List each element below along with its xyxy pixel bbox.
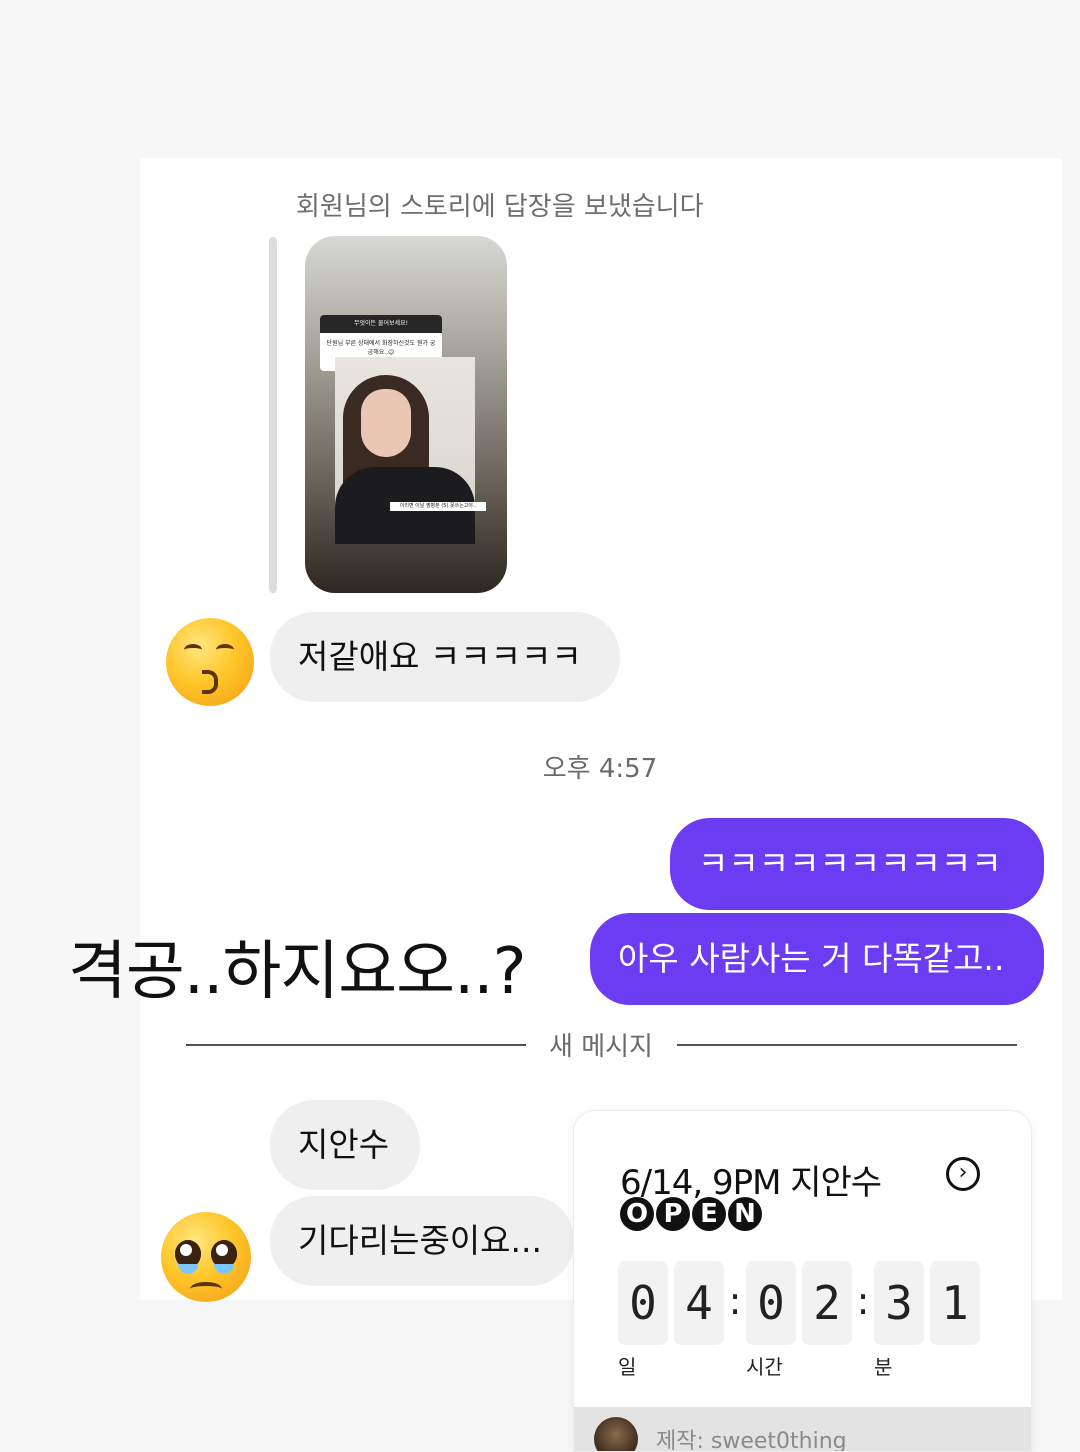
story-thumbnail[interactable]: 무엇이든 물어보세요! 단원님 부른 상태에서 화장하신것도 뭔가 궁금해요..… — [305, 236, 507, 593]
emoji-eye-right — [216, 644, 234, 656]
countdown-open-badge: O P E N — [620, 1197, 762, 1231]
new-message-divider-label: 새 메시지 — [549, 1032, 653, 1062]
story-question-text: 단원님 부른 상태에서 화장하신것도 뭔가 궁금해요..😊 — [326, 340, 436, 356]
message-incoming-1[interactable]: 저같애요 ㅋㅋㅋㅋㅋ — [270, 612, 620, 702]
story-reply-label: 회원님의 스토리에 답장을 보냈습니다 — [296, 192, 704, 222]
pleading-face-emoji-icon — [161, 1212, 251, 1302]
creator-text: 제작: sweet0thing — [656, 1429, 847, 1452]
story-caption: 이리면 이날 찡병분 (5) 못쓰는고야.. — [390, 502, 486, 511]
emoji-mouth — [190, 1282, 222, 1296]
message-incoming-2[interactable]: 지안수 — [270, 1100, 420, 1190]
countdown-separator: : — [856, 1279, 870, 1323]
message-outgoing-1[interactable]: ㅋㅋㅋㅋㅋㅋㅋㅋㅋㅋ — [670, 818, 1044, 910]
emoji-lips — [202, 670, 218, 694]
countdown-footer[interactable]: 제작: sweet0thing — [574, 1407, 1031, 1452]
countdown-unit-minutes: 분 — [874, 1355, 893, 1379]
countdown-digit: 4 — [674, 1261, 724, 1345]
kissing-smiling-eyes-emoji-icon — [166, 618, 254, 706]
countdown-card[interactable]: 6/14, 9PM 지안수 › O P E N 0 4 : 0 2 : 3 1 … — [573, 1110, 1032, 1452]
message-timestamp: 오후 4:57 — [542, 754, 658, 784]
countdown-digit: 0 — [618, 1261, 668, 1345]
emoji-tear-right — [214, 1264, 234, 1274]
overlay-caption: 격공..하지요오..? — [68, 935, 527, 1009]
message-outgoing-2[interactable]: 아우 사람사는 거 다똑같고.. — [590, 913, 1044, 1005]
emoji-eye-left — [184, 644, 202, 656]
open-letter: O — [620, 1197, 654, 1231]
open-letter: P — [656, 1197, 690, 1231]
emoji-tear-left — [178, 1264, 198, 1274]
countdown-digit: 0 — [746, 1261, 796, 1345]
story-question-title: 무엇이든 물어보세요! — [320, 315, 442, 333]
new-message-divider-right — [677, 1044, 1017, 1046]
message-incoming-3[interactable]: 기다리는중이요... — [270, 1196, 574, 1286]
new-message-divider-left — [186, 1044, 526, 1046]
countdown-digit: 2 — [802, 1261, 852, 1345]
creator-avatar — [594, 1417, 638, 1451]
countdown-separator: : — [728, 1279, 742, 1323]
countdown-unit-days: 일 — [618, 1355, 637, 1379]
reply-quote-bar — [269, 237, 277, 593]
story-photo-face — [361, 389, 411, 457]
countdown-digit: 3 — [874, 1261, 924, 1345]
countdown-unit-hours: 시간 — [746, 1355, 783, 1379]
countdown-digit: 1 — [930, 1261, 980, 1345]
chevron-right-circle-icon[interactable]: › — [946, 1157, 980, 1191]
open-letter: E — [692, 1197, 726, 1231]
open-letter: N — [728, 1197, 762, 1231]
story-photo — [335, 357, 475, 544]
